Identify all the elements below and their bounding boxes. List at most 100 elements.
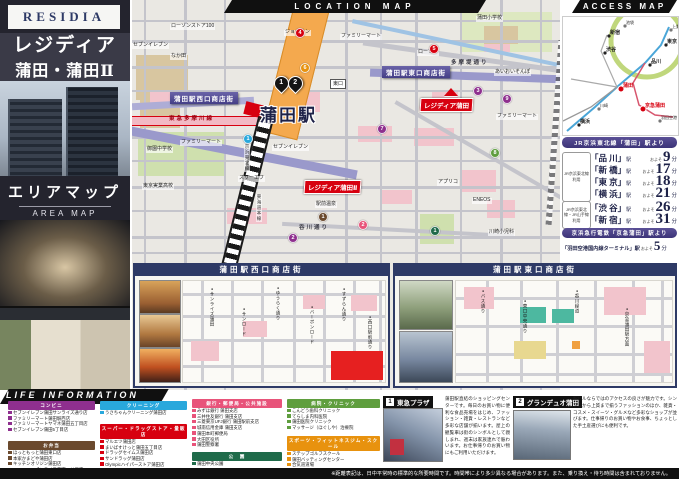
map-marker-3: 3 [473,86,483,96]
life-category-クリーニング: クリーニングうさちゃんクリーニング蒲田店 [100,401,187,416]
life-item: セブンイレブン蒲田サンライズ通り店 [8,410,95,416]
west-minimap-label-西口駅前通り: 西口駅前通り [367,315,373,350]
life-category-コンビニ: コンビニセブンイレブン蒲田サンライズ通り店ファミリーマート蒲田駅西店ファミリーマ… [8,401,95,433]
west-minimap-label-サンライズ蒲田: サンライズ蒲田 [209,287,215,327]
tower-photo-right [66,87,118,176]
life-item: 蒲田警察署 [192,442,282,448]
route-row-「新 宿」: 「新 宿」駅およそ31分 [590,214,677,226]
area-map-title-jp: エリアマップ [0,181,130,202]
map-label-ファミリーマート: ファミリーマート [340,34,382,40]
map-label-スリーエフ: スリーエフ [238,176,265,182]
access-map-banner: ACCESS MAP [572,0,677,13]
sidebar: RESIDIA レジディア 蒲田・蒲田Ⅱ − KAMATA・KAMATAⅡ − … [0,0,130,390]
pin-2-icon: 2 [516,398,524,406]
diagram-station-label-京急蒲田: 京急蒲田 [645,102,665,109]
east-minimap-street [556,281,559,382]
life-category-header: 公 園 [192,452,282,461]
haneda-station-name: 「羽田空港国内線ターミナル」駅 [562,245,640,252]
life-item: 蒲田中央公園 [192,461,282,467]
via-jr-box: JR京浜東北線利用 [562,152,591,202]
diagram-station-label-品川: 品川 [651,58,661,65]
east-minimap-block [552,309,574,323]
property1-roof-icon [444,88,458,96]
brochure-page: RESIDIA レジディア 蒲田・蒲田Ⅱ − KAMATA・KAMATAⅡ − … [0,0,679,479]
east-minimap-label-呑川緑道: 呑川緑道 [574,289,580,314]
west-minimap-street [231,281,234,382]
west-arcade-photo-1 [139,280,181,314]
building-exterior-photo [0,81,130,176]
tower-photo-left [8,99,62,176]
tokyu-line-label: 東急多摩川線 [168,116,215,122]
map-marker-5: 5 [429,44,439,54]
life-category-header: コンビニ [8,401,95,410]
map-label-蒲田小学校: 蒲田小学校 [476,16,503,22]
rail-diagram-svg: 池袋新宿渋谷上野東京品川蒲田京急蒲田川崎横浜羽田空港 [563,17,678,135]
west-minimap-label-すずらん通り: すずらん通り [341,287,347,322]
map-label-セブンイレブン: セブンイレブン [132,43,169,49]
diagram-station-label-上野: 上野 [672,23,678,29]
divider [19,206,111,207]
east-arcade-banner: 蒲田駅東口商店街 [382,66,450,78]
pin-1-icon: 1 [386,398,394,406]
east-minimap-block [464,287,494,309]
life-item: セブンイレブン蒲田5丁目店 [8,427,95,433]
map-label-ファミリーマート: ファミリーマート [180,140,222,146]
life-information-banner-text: LIFE INFORMATION [6,390,176,400]
life-category-公 園: 公 園蒲田中央公園 [192,452,282,467]
east-minimap-block [514,341,546,359]
feature-tokyu-plaza-header: 1 東急プラザ [383,396,433,408]
map-marker-6: 6 [300,63,310,73]
map-label-駅前温泉: 駅前温泉 [315,202,337,208]
west-arcade-panel: サンライズ蒲田サンロードゆうらく通りバーボンロードすずらん通り西口駅前通り [133,276,390,388]
map-marker-4: 4 [295,28,305,38]
feature-tokyu-plaza: 1 東急プラザ 蒲田駅直結のショッピングセンターです。毎日のお買い物に便利な食品… [383,396,510,466]
map-label-ローソンストア100: ローソンストア100 [170,24,215,30]
granduo-description: 駅ビルならではのアクセスの良さが魅力です。シンプルから上質まで揃うファッションの… [573,396,677,466]
map-label-セブンイレブン: セブンイレブン [272,145,309,151]
map-label-多摩堤通り: 多摩堤通り [450,60,490,66]
east-arcade-panel: バス通り東口中央通り呑川緑道京急蒲田駅方面 [393,276,677,388]
property-title-block: レジディア 蒲田・蒲田Ⅱ − KAMATA・KAMATAⅡ − [0,33,130,81]
map-label-東京実業高校: 東京実業高校 [142,184,174,190]
map-marker-1: 1 [243,134,253,144]
east-minimap-label-京急蒲田駅方面: 京急蒲田駅方面 [624,307,630,347]
map-marker-8: 8 [490,148,500,158]
west-minimap-label-ゆうらく通り: ゆうらく通り [275,286,281,321]
east-exit-label: 東口 [330,79,346,89]
west-minimap-block [331,351,383,380]
west-minimap-street [293,281,296,382]
map-marker-2: 2 [358,220,368,230]
via-jr-yamanote-box: JR京浜東北線・JR山手線利用 [562,201,591,229]
map-marker-1: 1 [430,226,440,236]
logo-text: RESIDIA [23,9,105,25]
east-arcade-photo-1 [399,280,453,330]
diagram-station-label-川崎: 川崎 [600,102,608,108]
east-arcade-photo-2 [399,331,453,383]
granduo-kamata-photo [513,410,571,460]
map-marker-9: 9 [502,94,512,104]
east-minimap-block [572,341,580,349]
east-minimap-street [594,281,597,382]
feature-granduo-header: 2 グランデュオ蒲田 [513,396,582,408]
haneda-route-row: 「羽田空港国内線ターミナル」駅 およそ 5 分 [562,241,677,252]
map-label-アプリコ: アプリコ [437,180,459,186]
map-label-なか田: なか田 [170,54,187,60]
life-category-header: 病院・クリニック [287,399,380,408]
life-category-header: スポーツ・フィットネスジム・スクール [287,436,380,451]
property2-label: レジディア蒲田Ⅱ [304,180,362,194]
life-item: Olympicハイパーストア蒲田店 [100,462,187,468]
life-category-銀行・郵便局・公共施設: 銀行・郵便局・公共施設みずほ銀行 蒲田支店三井住友銀行 蒲田支店三菱東京UFJ銀… [192,399,282,448]
feature-granduo-kamata: 2 グランデュオ蒲田 駅ビルならではのアクセスの良さが魅力です。シンプルから上質… [513,396,677,466]
east-minimap-label-東口中央通り: 東口中央通り [522,299,528,334]
haneda-minutes-unit: 分 [661,244,667,252]
map-marker-1: 1 [318,212,328,222]
jr-line-banner: JR京浜東北線「蒲田」駅より [562,137,677,148]
keihin-tohoku-line-label: 京浜東北線 [244,144,250,172]
life-category-病院・クリニック: 病院・クリニックこんどう歯科クリニックてらしま内科医院蒲田医院クリニックマッサー… [287,399,380,431]
west-arcade-banner: 蒲田駅西口商店街 [170,92,238,104]
map-label-川崎小児科: 川崎小児科 [488,230,515,236]
haneda-minutes-value: 5 [654,241,661,251]
life-category-header: スーパー・ドラッグストア・量販店 [100,424,187,439]
map-label-あいおいそんぽ: あいおいそんぽ [494,70,531,76]
west-arcade-photo-3 [139,348,181,383]
